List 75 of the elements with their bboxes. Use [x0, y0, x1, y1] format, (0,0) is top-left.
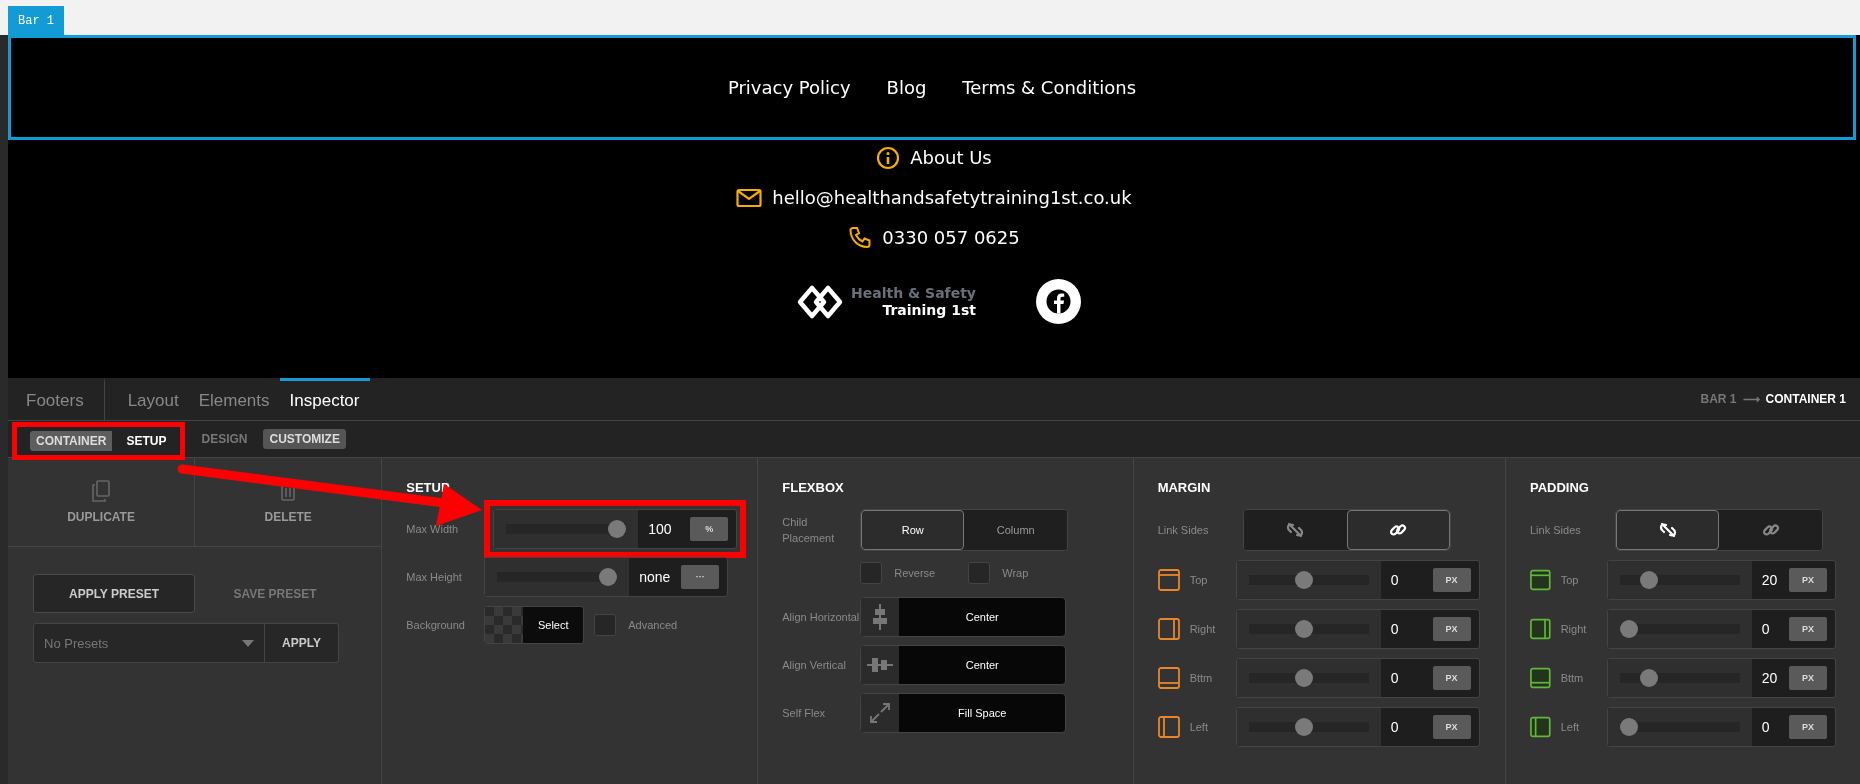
- field-label: Right: [1560, 621, 1588, 637]
- align-middle-icon: [867, 656, 894, 674]
- field-label: Bttm: [1560, 670, 1585, 686]
- checkbox-label: Wrap: [1002, 567, 1029, 579]
- copy-icon: [91, 480, 112, 502]
- footer-link[interactable]: Blog: [886, 77, 927, 98]
- checkbox-label: Advanced: [628, 619, 678, 631]
- info-icon: [876, 145, 901, 170]
- panel-tab[interactable]: Elements: [188, 378, 280, 420]
- panel-tab[interactable]: Layout: [117, 378, 189, 420]
- field-label: Max Height: [406, 570, 463, 585]
- alignment-select[interactable]: Center: [860, 597, 1067, 637]
- logo-tagline: Health & Safety: [851, 284, 976, 302]
- logo[interactable]: Health & Safety Training 1st: [797, 283, 976, 320]
- side-right-icon: [1530, 617, 1551, 640]
- field-label: Bttm: [1189, 670, 1214, 686]
- field-label: Top: [1560, 572, 1580, 588]
- side-top-icon: [1530, 568, 1551, 591]
- checkbox[interactable]: [968, 562, 991, 584]
- email-link[interactable]: hello@healthandsafetytraining1st.co.uk: [772, 187, 1132, 208]
- delete-button[interactable]: DELETE: [195, 458, 382, 546]
- apply-button[interactable]: APPLY: [265, 623, 339, 663]
- logo-mark-icon: [797, 283, 843, 320]
- segment-button[interactable]: Row: [861, 510, 965, 550]
- expand-icon: [869, 702, 892, 724]
- panel-tab[interactable]: Footers: [8, 378, 105, 420]
- duplicate-button[interactable]: DUPLICATE: [8, 458, 196, 546]
- apply-preset-button[interactable]: APPLY PRESET: [33, 574, 195, 613]
- field-label: Align Horizontal: [782, 610, 861, 625]
- phone-icon: [848, 225, 873, 250]
- flex-select[interactable]: Fill Space: [860, 693, 1067, 733]
- breadcrumb-separator: ⟶: [1742, 392, 1760, 406]
- side-bottom-icon: [1157, 666, 1180, 689]
- breadcrumb-link[interactable]: BAR 1: [1700, 392, 1737, 406]
- field-label: Left: [1560, 719, 1581, 735]
- side-bottom-icon: [1530, 666, 1551, 689]
- caret-icon: [242, 639, 254, 647]
- unlink-button[interactable]: [1616, 510, 1719, 550]
- field-label: Link Sides: [1157, 523, 1210, 538]
- subtab[interactable]: DESIGN: [195, 429, 254, 449]
- field-label: Max Width: [406, 522, 460, 537]
- field-label: Right: [1189, 621, 1217, 637]
- checkbox-label: Reverse: [894, 567, 936, 579]
- alignment-select[interactable]: Center: [860, 645, 1067, 685]
- field-label: Child Placement: [782, 515, 836, 546]
- side-left-icon: [1157, 715, 1180, 738]
- field-label: Left: [1189, 719, 1209, 735]
- transparency-swatch: [485, 607, 524, 643]
- facebook-icon[interactable]: [1036, 279, 1081, 324]
- section-title: FLEXBOX: [782, 480, 845, 495]
- subtab[interactable]: SETUP: [120, 431, 173, 451]
- field-label: Align Vertical: [782, 658, 847, 673]
- footer-link[interactable]: Terms & Conditions: [962, 77, 1137, 98]
- align-center-icon: [871, 604, 890, 630]
- about-link[interactable]: About Us: [910, 147, 992, 168]
- side-left-icon: [1530, 715, 1551, 738]
- footer-link[interactable]: Privacy Policy: [727, 77, 851, 98]
- section-title: MARGIN: [1157, 480, 1212, 495]
- subtab[interactable]: CUSTOMIZE: [263, 429, 346, 449]
- field-label: Background: [406, 618, 466, 633]
- field-label: Self Flex: [782, 706, 827, 721]
- side-right-icon: [1157, 617, 1180, 640]
- logo-name: Training 1st: [882, 301, 976, 319]
- link-button[interactable]: [1346, 510, 1450, 550]
- envelope-icon: [736, 187, 763, 208]
- field-label: Top: [1189, 572, 1209, 588]
- field-label: Link Sides: [1530, 523, 1582, 538]
- checkbox[interactable]: [860, 562, 883, 584]
- background-select[interactable]: Select: [484, 606, 585, 644]
- side-top-icon: [1157, 568, 1180, 591]
- checkbox[interactable]: [594, 614, 617, 636]
- section-title: PADDING: [1530, 480, 1590, 495]
- subtab[interactable]: CONTAINER: [30, 431, 113, 451]
- phone-link[interactable]: 0330 057 0625: [882, 227, 1020, 248]
- breadcrumb-current: CONTAINER 1: [1765, 392, 1846, 406]
